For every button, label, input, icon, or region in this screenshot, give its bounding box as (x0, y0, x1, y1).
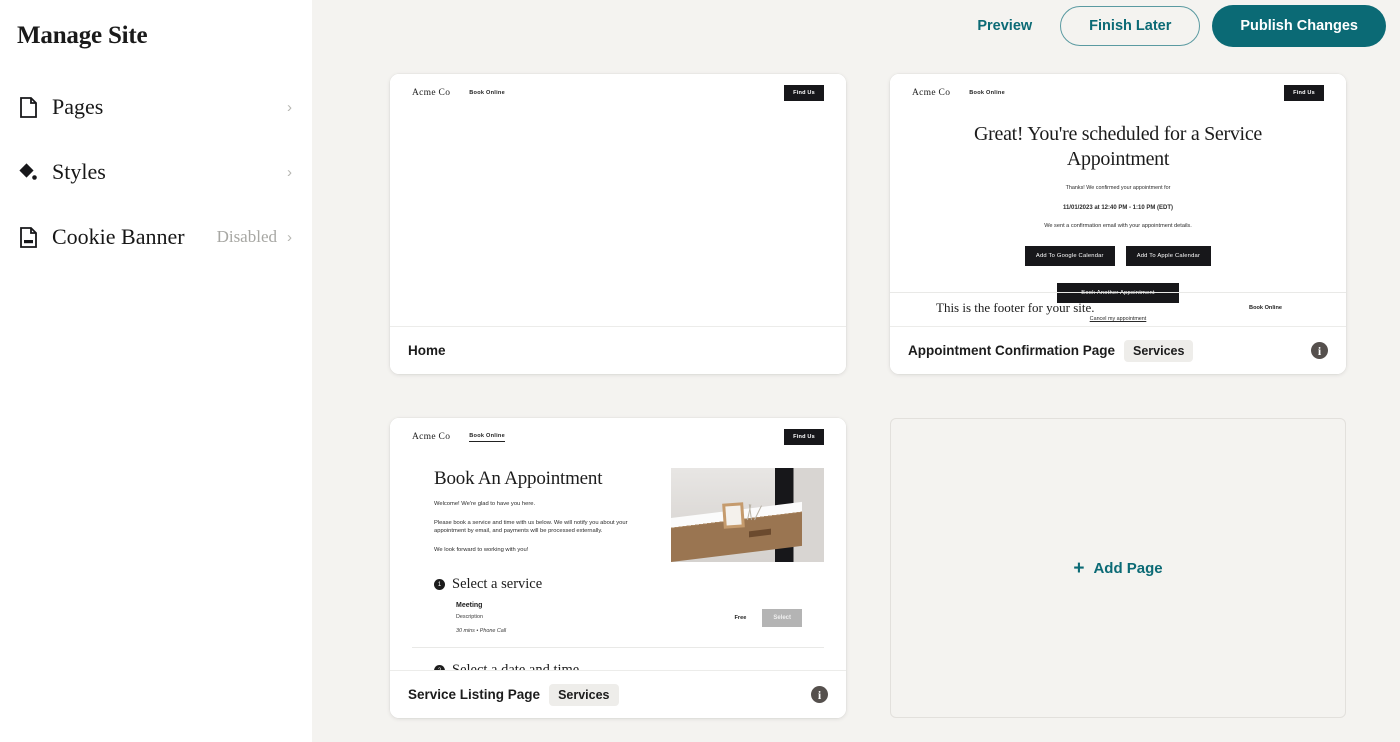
service-paragraph-3: We look forward to working with you! (434, 546, 529, 553)
chevron-right-icon: › (287, 228, 292, 246)
manage-site-app: Manage Site Pages › Styles › Cookie Bann… (0, 0, 1400, 742)
service-paragraph-1: Welcome! We're glad to have you here. (434, 501, 536, 507)
page-icon (17, 95, 39, 119)
footer-link-book-online: Book Online (1249, 304, 1282, 311)
plus-icon: + (1073, 557, 1085, 579)
service-paragraph-2: Please book a service and time with us b… (434, 519, 628, 535)
card-footer: Appointment Confirmation Page Services i (890, 326, 1346, 374)
page-card-appointment-confirmation[interactable]: Acme Co Book Online Find Us Great! You'r… (890, 74, 1346, 374)
page-preview-appointment-confirmation: Acme Co Book Online Find Us Great! You'r… (890, 74, 1346, 326)
chevron-right-icon: › (287, 98, 292, 116)
sidebar-item-label: Cookie Banner (52, 224, 185, 249)
page-card-home[interactable]: Acme Co Book Online Find Us Home (390, 74, 846, 374)
find-us-button: Find Us (1284, 85, 1324, 101)
sidebar-nav: Pages › Styles › Cookie Banner Disabled … (16, 86, 296, 258)
page-name: Appointment Confirmation Page (908, 343, 1115, 358)
page-preview-home: Acme Co Book Online Find Us (390, 74, 846, 326)
preview-button[interactable]: Preview (959, 10, 1050, 42)
site-nav-book-online: Book Online (469, 90, 505, 96)
status-badge: Services (549, 683, 619, 706)
page-preview-service-listing: Acme Co Book Online Find Us Book An Appo… (390, 418, 846, 670)
site-logo: Acme Co (912, 88, 951, 98)
service-item-description: Description (456, 614, 483, 620)
confirmation-thanks-line: Thanks! We confirmed your appointment fo… (1065, 185, 1171, 191)
add-page-label: Add Page (1093, 559, 1163, 577)
site-logo: Acme Co (412, 88, 451, 98)
site-nav-book-online: Book Online (469, 433, 505, 442)
service-select-button: Select (762, 609, 802, 627)
add-to-google-calendar-button: Add To Google Calendar (1024, 246, 1115, 266)
step-title: Select a service (452, 576, 543, 592)
find-us-button: Find Us (784, 429, 824, 445)
page-card-service-listing[interactable]: Acme Co Book Online Find Us Book An Appo… (390, 418, 846, 718)
chevron-right-icon: › (287, 163, 292, 181)
site-nav-book-online: Book Online (969, 90, 1005, 96)
page-name: Home (408, 343, 446, 358)
sidebar-item-status: Disabled (216, 227, 277, 246)
service-listing-section: Book An Appointment Welcome! We're glad … (390, 468, 846, 670)
calendar-buttons: Add To Google Calendar Add To Apple Cale… (932, 246, 1304, 266)
status-badge: Services (1124, 339, 1194, 362)
page-name: Service Listing Page (408, 687, 541, 702)
sidebar-item-cookie-banner[interactable]: Cookie Banner Disabled › (16, 216, 296, 258)
finish-later-button[interactable]: Finish Later (1060, 6, 1201, 46)
cookie-banner-icon (17, 225, 39, 249)
page-title: Manage Site (17, 22, 148, 49)
toolbar: Preview Finish Later Publish Changes (312, 0, 1400, 52)
find-us-button: Find Us (784, 85, 824, 101)
footer-text: This is the footer for your site. (936, 299, 1095, 315)
service-intro-text: Book An Appointment Welcome! We're glad … (412, 468, 657, 562)
service-intro-row: Book An Appointment Welcome! We're glad … (412, 468, 824, 562)
card-footer: Home (390, 326, 846, 374)
confirmation-heading: Great! You're scheduled for a Service Ap… (974, 123, 1262, 170)
step-title: Select a date and time (452, 662, 580, 670)
step-number: 2 (434, 665, 445, 670)
sidebar-item-styles[interactable]: Styles › (16, 151, 296, 193)
service-item-text: Meeting Description 30 mins • Phone Call (456, 602, 506, 634)
site-logo: Acme Co (412, 432, 451, 442)
plant-decoration (743, 498, 762, 521)
confirmation-email-line: We sent a confirmation email with your a… (1044, 223, 1192, 229)
step-select-a-date-and-time: 2 Select a date and time (412, 662, 824, 670)
page-cards-grid: Acme Co Book Online Find Us Home Acme Co… (312, 52, 1400, 718)
paint-bucket-icon (17, 160, 39, 184)
sidebar: Manage Site Pages › Styles › Cookie Bann… (0, 0, 312, 742)
site-header: Acme Co Book Online Find Us (390, 74, 846, 112)
confirmation-datetime: 11/01/2023 at 12:40 PM - 1:10 PM (EDT) (1062, 205, 1174, 211)
info-icon[interactable]: i (1311, 342, 1328, 359)
picture-frame-decoration (722, 502, 745, 529)
sidebar-item-label: Pages (52, 94, 104, 119)
service-item-name: Meeting (456, 602, 483, 609)
sidebar-item-label: Styles (52, 159, 106, 184)
step-number: 1 (434, 579, 445, 590)
add-to-apple-calendar-button: Add To Apple Calendar (1125, 246, 1212, 266)
service-item-meta: 30 mins • Phone Call (456, 628, 507, 634)
service-list-item: Meeting Description 30 mins • Phone Call… (412, 602, 824, 648)
add-page-card[interactable]: + Add Page (890, 418, 1346, 718)
info-icon[interactable]: i (811, 686, 828, 703)
site-header: Acme Co Book Online Find Us (390, 418, 846, 456)
site-footer: This is the footer for your site. Book O… (890, 292, 1346, 322)
site-header: Acme Co Book Online Find Us (890, 74, 1346, 112)
confirmation-section: Great! You're scheduled for a Service Ap… (890, 112, 1346, 322)
service-photo (671, 468, 824, 562)
main-content: Preview Finish Later Publish Changes Acm… (312, 0, 1400, 742)
card-footer: Service Listing Page Services i (390, 670, 846, 718)
service-heading: Book An Appointment (434, 468, 603, 489)
step-select-a-service: 1 Select a service (412, 576, 824, 593)
publish-changes-button[interactable]: Publish Changes (1212, 5, 1386, 47)
service-item-price: Free (734, 615, 747, 621)
add-page-label-group: + Add Page (1073, 559, 1162, 578)
sidebar-item-pages[interactable]: Pages › (16, 86, 296, 128)
